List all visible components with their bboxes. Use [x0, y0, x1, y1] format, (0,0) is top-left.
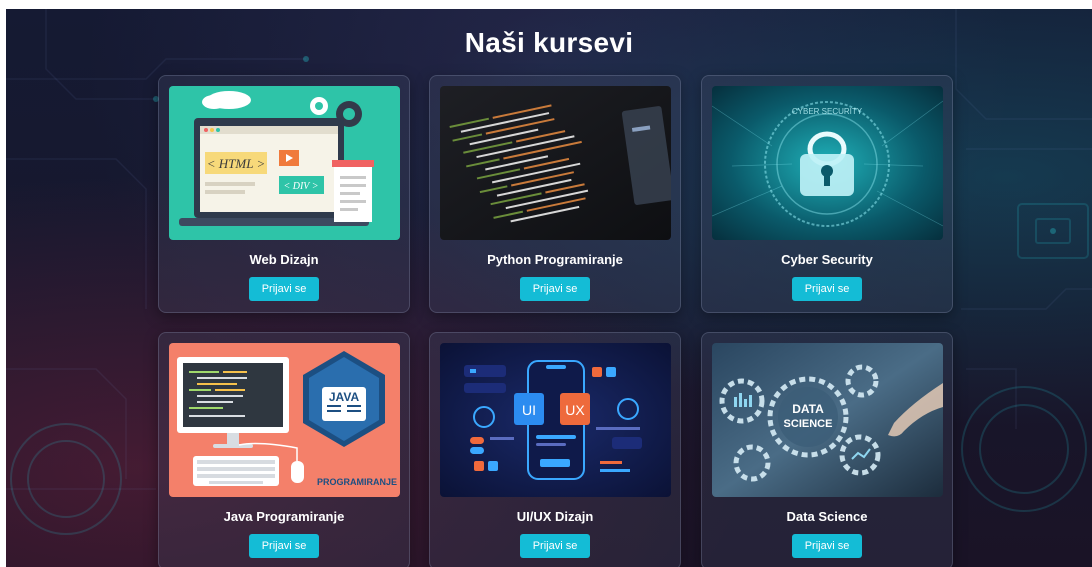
- ux-label: UX: [565, 402, 585, 418]
- python-image: [440, 86, 671, 240]
- enroll-button-python-programiranje[interactable]: Prijavi se: [520, 277, 590, 301]
- cyber-security-image: CYBER SECURITY: [712, 86, 943, 240]
- data-science-gears-icon: DATA SCIENCE: [712, 343, 943, 497]
- course-card-ui-ux-dizajn: UI UX UI/UX Dizajn Prijavi se: [429, 332, 681, 567]
- data-science-image: DATA SCIENCE: [712, 343, 943, 497]
- ui-ux-image: UI UX: [440, 343, 671, 497]
- web-design-image: < HTML > < DIV >: [169, 86, 400, 240]
- code-screen-photo-icon: [440, 86, 671, 240]
- web-design-illustration-icon: < HTML > < DIV >: [169, 86, 400, 240]
- java-computer-illustration-icon: JAVA PROGRAMIRANJE: [169, 343, 400, 497]
- course-card-java-programiranje: JAVA PROGRAMIRANJE Java Programiranje Pr…: [158, 332, 410, 567]
- course-title: UI/UX Dizajn: [516, 509, 594, 524]
- ui-label: UI: [522, 402, 536, 418]
- course-card-web-dizajn: < HTML > < DIV > Web Dizajn Prijavi se: [158, 75, 410, 313]
- enroll-button-data-science[interactable]: Prijavi se: [792, 534, 862, 558]
- enroll-button-cyber-security[interactable]: Prijavi se: [792, 277, 862, 301]
- course-card-data-science: DATA SCIENCE Data Science Prijavi se: [701, 332, 953, 567]
- enroll-button-java-programiranje[interactable]: Prijavi se: [249, 534, 319, 558]
- enroll-button-ui-ux-dizajn[interactable]: Prijavi se: [520, 534, 590, 558]
- enroll-button-web-dizajn[interactable]: Prijavi se: [249, 277, 319, 301]
- html-tag-label: < HTML >: [207, 156, 266, 171]
- programiranje-label: PROGRAMIRANJE: [317, 477, 397, 487]
- padlock-hologram-icon: CYBER SECURITY: [712, 86, 943, 240]
- ui-ux-phone-illustration-icon: UI UX: [440, 343, 671, 497]
- course-title: Python Programiranje: [487, 252, 623, 267]
- course-card-python-programiranje: Python Programiranje Prijavi se: [429, 75, 681, 313]
- science-label: SCIENCE: [784, 418, 833, 430]
- div-tag-label: < DIV >: [284, 181, 319, 192]
- java-image: JAVA PROGRAMIRANJE: [169, 343, 400, 497]
- course-title: Java Programiranje: [223, 509, 345, 524]
- course-card-cyber-security: CYBER SECURITY Cyber Security Prijavi se: [701, 75, 953, 313]
- java-badge-label: JAVA: [329, 390, 360, 404]
- courses-page: Naši kursevi < HTML > < DIV > Web Dizajn…: [6, 9, 1092, 567]
- course-title: Cyber Security: [781, 252, 873, 267]
- data-label: DATA: [792, 402, 824, 416]
- course-title: Data Science: [786, 509, 868, 524]
- cyber-ring-label: CYBER SECURITY: [792, 107, 863, 116]
- page-title: Naši kursevi: [464, 27, 634, 58]
- course-title: Web Dizajn: [249, 252, 319, 267]
